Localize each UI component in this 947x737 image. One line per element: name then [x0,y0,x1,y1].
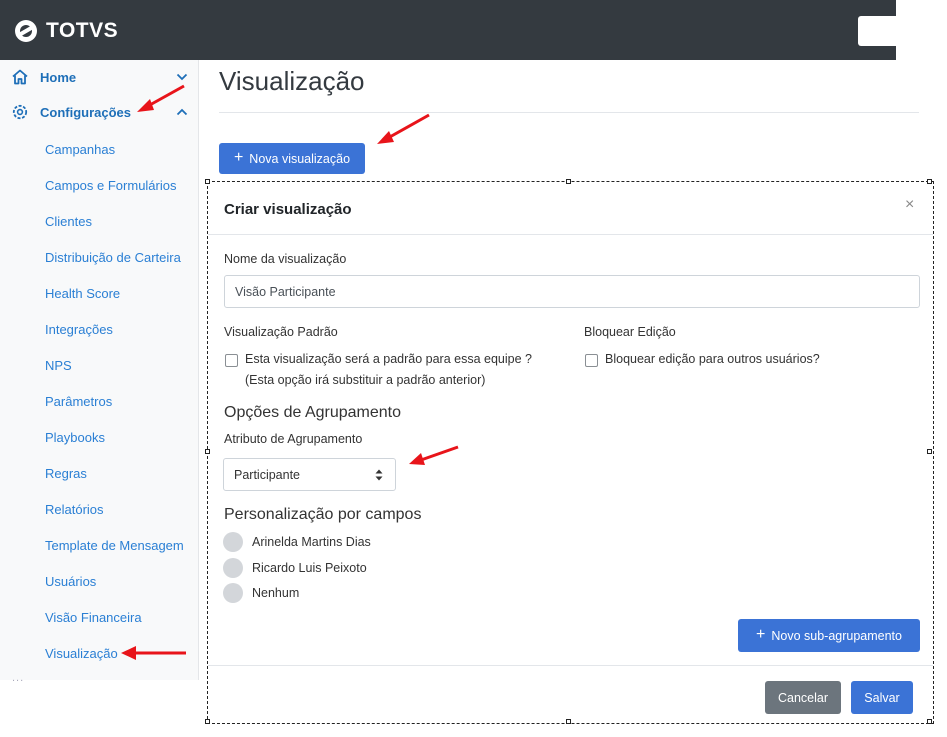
resize-handle[interactable] [927,719,932,724]
new-visualization-button-label: Nova visualização [249,151,351,166]
sort-arrows-icon [375,469,383,481]
new-subgroup-button[interactable]: + Novo sub-agrupamento [738,619,920,652]
name-field-label: Nome da visualização [224,252,347,266]
sidebar-item-integracoes[interactable]: Integrações [45,322,113,337]
resize-handle[interactable] [927,449,932,454]
totvs-logo-icon [15,20,37,42]
title-divider [219,112,919,113]
grouping-section-title: Opções de Agrupamento [224,404,402,421]
home-icon [12,69,28,85]
avatar [223,583,243,603]
sidebar-item-usuarios[interactable]: Usuários [45,574,96,589]
default-visualization-checkbox[interactable] [225,354,238,367]
gear-icon [12,104,28,120]
lock-edit-checkbox-label[interactable]: Bloquear edição para outros usuários? [605,352,820,366]
chevron-down-icon[interactable] [176,71,188,83]
resize-handle[interactable] [205,719,210,724]
sidebar-item-template-mensagem[interactable]: Template de Mensagem [45,538,184,553]
sidebar-item-relatorios[interactable]: Relatórios [45,502,104,517]
annotation-arrow [377,113,430,144]
default-visualization-label: Visualização Padrão [224,325,338,339]
modal-footer-divider [208,665,933,666]
sidebar-item-nps[interactable]: NPS [45,358,72,373]
custom-fields-section-title: Personalização por campos [224,506,422,523]
sidebar-item-regras[interactable]: Regras [45,466,87,481]
sidebar-item-campanhas[interactable]: Campanhas [45,142,115,157]
sidebar-item-visualizacao[interactable]: Visualização [45,646,118,661]
grouping-attribute-select[interactable]: Participante [223,458,396,491]
sidebar-item-clientes[interactable]: Clientes [45,214,92,229]
modal-header-divider [208,234,933,235]
visualization-name-input[interactable]: Visão Participante [224,275,920,308]
brand-name: TOTVS [46,19,119,42]
sidebar-item-label: Configurações [40,104,132,120]
grouping-attribute-value: Participante [234,467,301,482]
sidebar-item-health-score[interactable]: Health Score [45,286,120,301]
close-icon[interactable]: × [905,196,914,214]
page-title: Visualização [219,66,365,96]
person-name: Arinelda Martins Dias [252,535,371,549]
sidebar-item-playbooks[interactable]: Playbooks [45,430,105,445]
resize-handle[interactable] [566,179,571,184]
resize-handle[interactable] [927,179,932,184]
list-item[interactable]: Ricardo Luis Peixoto [223,558,367,578]
list-item[interactable]: Nenhum [223,583,299,603]
list-item[interactable]: Arinelda Martins Dias [223,532,371,552]
lock-edit-checkbox[interactable] [585,354,598,367]
resize-handle[interactable] [566,719,571,724]
person-name: Ricardo Luis Peixoto [252,561,367,575]
sidebar-item-campos-formularios[interactable]: Campos e Formulários [45,178,177,193]
avatar [223,558,243,578]
chevron-up-icon[interactable] [176,106,188,118]
plus-icon: + [756,626,766,643]
save-button[interactable]: Salvar [851,681,913,714]
plus-icon: + [233,149,244,166]
sidebar-item-label: Home [40,69,77,85]
sidebar-item-configuracoes[interactable]: Configurações [0,97,198,127]
resize-handle[interactable] [205,179,210,184]
modal-title: Criar visualização [224,201,352,218]
lock-edit-label: Bloquear Edição [584,325,676,339]
new-visualization-button[interactable]: + Nova visualização [219,143,365,174]
create-visualization-modal: Criar visualização × Nome da visualizaçã… [205,179,934,724]
brand[interactable]: TOTVS [14,18,118,44]
default-visualization-checkbox-label[interactable]: Esta visualização será a padrão para ess… [245,352,532,366]
sidebar: Home Configurações Campanhas Campos e Fo… [0,60,199,680]
new-subgroup-button-label: Novo sub-agrupamento [771,628,902,643]
resize-handle[interactable] [205,449,210,454]
person-name: Nenhum [252,586,300,600]
default-visualization-hint: (Esta opção irá substituir a padrão ante… [245,373,486,387]
top-search-input[interactable] [858,16,908,46]
sidebar-item-home[interactable]: Home [0,62,198,92]
top-navbar: TOTVS [0,0,908,60]
grouping-attribute-label: Atributo de Agrupamento [224,432,363,446]
sidebar-item-visao-financeira[interactable]: Visão Financeira [45,610,142,625]
avatar [223,532,243,552]
sidebar-more-indicator: ... [12,672,25,684]
cancel-button[interactable]: Cancelar [765,681,841,714]
sidebar-item-distribuicao-carteira[interactable]: Distribuição de Carteira [45,250,181,265]
sidebar-item-parametros[interactable]: Parâmetros [45,394,112,409]
